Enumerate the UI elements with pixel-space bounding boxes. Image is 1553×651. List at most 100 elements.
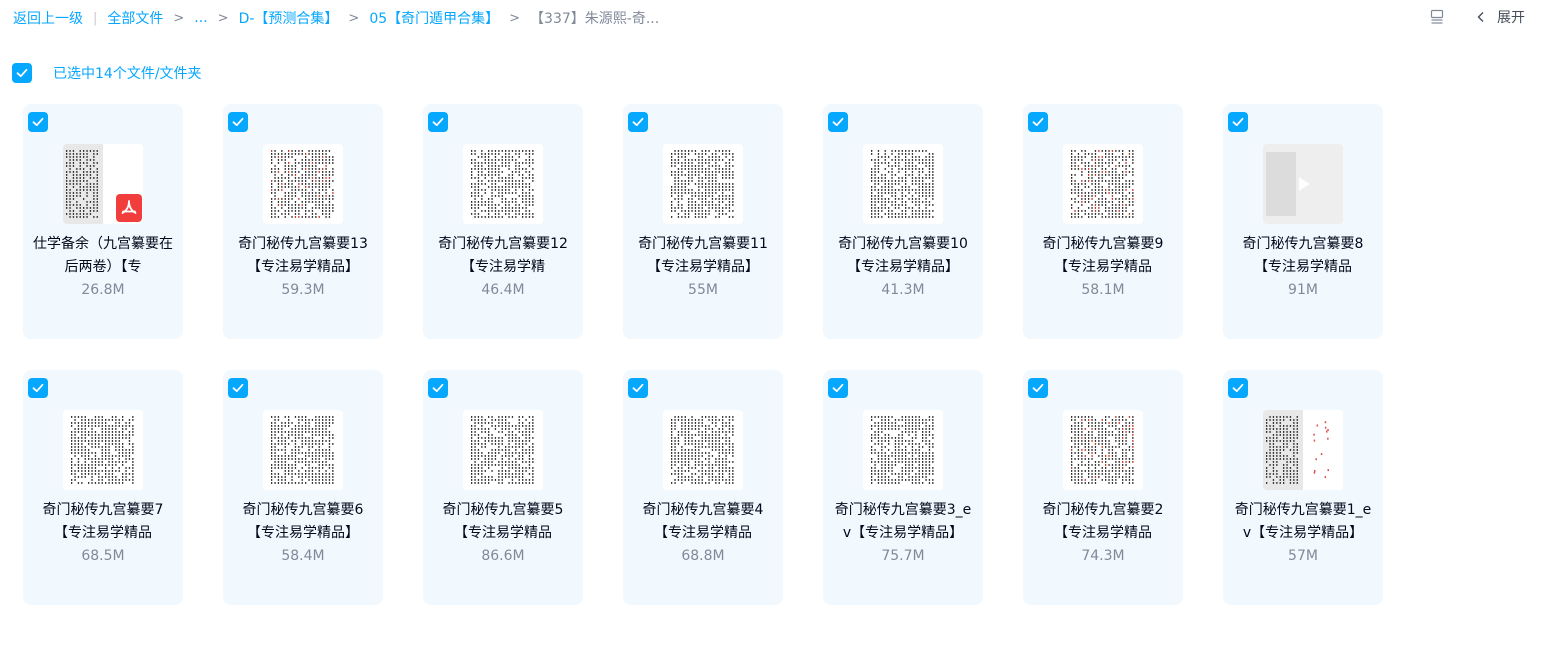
file-size: 59.3M — [281, 282, 325, 298]
file-size: 46.4M — [481, 282, 525, 298]
file-checkbox[interactable] — [428, 112, 448, 132]
checkmark-icon — [32, 383, 44, 393]
list-view-icon[interactable] — [1429, 9, 1445, 25]
file-card-8[interactable]: 奇门秘传九宫纂要7【专注易学精品 68.5M — [23, 370, 183, 605]
file-checkbox[interactable] — [228, 378, 248, 398]
file-size: 41.3M — [881, 282, 925, 298]
file-checkbox[interactable] — [1028, 112, 1048, 132]
top-bar: 返回上一级 | 全部文件 > ... > D-【预测合集】 > 05【奇门遁甲合… — [0, 0, 1553, 36]
file-card-14[interactable]: 奇门秘传九宫纂要1_ev【专注易学精品】 57M — [1223, 370, 1383, 605]
file-size: 26.8M — [81, 282, 125, 298]
chevron-right-icon: > — [173, 10, 185, 26]
file-checkbox[interactable] — [828, 112, 848, 132]
checkmark-icon — [632, 383, 644, 393]
file-size: 91M — [1288, 282, 1318, 298]
checkmark-icon — [1032, 383, 1044, 393]
pdf-icon — [116, 194, 142, 222]
document-thumbnail — [263, 144, 343, 224]
file-name: 奇门秘传九宫纂要9【专注易学精品 — [1042, 236, 1164, 275]
document-thumbnail — [63, 410, 143, 490]
file-name: 奇门秘传九宫纂要7【专注易学精品 — [42, 502, 164, 541]
file-card-7[interactable]: 奇门秘传九宫纂要8【专注易学精品 91M — [1223, 104, 1383, 339]
file-name: 奇门秘传九宫纂要3_ev【专注易学精品】 — [834, 502, 972, 541]
document-thumbnail — [663, 144, 743, 224]
file-name: 奇门秘传九宫纂要8【专注易学精品 — [1242, 236, 1364, 275]
breadcrumb-current: 【337】朱源熙-奇... — [530, 11, 660, 27]
view-controls: 展开 — [1429, 6, 1525, 28]
checkmark-icon — [32, 117, 44, 127]
selection-count: 已选中14个文件/文件夹 — [53, 66, 202, 82]
select-all-checkbox[interactable] — [12, 63, 32, 83]
file-checkbox[interactable] — [828, 378, 848, 398]
document-thumbnail — [663, 410, 743, 490]
file-card-11[interactable]: 奇门秘传九宫纂要4【专注易学精品 68.8M — [623, 370, 783, 605]
expand-button[interactable]: 展开 — [1497, 7, 1525, 27]
pdf-icon — [63, 144, 143, 224]
file-name: 奇门秘传九宫纂要10 【专注易学精品】 — [838, 236, 968, 275]
file-checkbox[interactable] — [28, 112, 48, 132]
play-icon — [1293, 174, 1313, 194]
document-thumbnail — [463, 144, 543, 224]
chevron-left-icon[interactable] — [1475, 11, 1487, 23]
document-thumbnail — [863, 410, 943, 490]
video-thumbnail — [1263, 144, 1343, 224]
file-name: 奇门秘传九宫纂要12 【专注易学精 — [438, 236, 568, 275]
document-thumbnail — [1063, 144, 1143, 224]
file-size: 74.3M — [1081, 548, 1125, 564]
file-card-5[interactable]: 奇门秘传九宫纂要10 【专注易学精品】 41.3M — [823, 104, 983, 339]
checkmark-icon — [432, 383, 444, 393]
checkmark-icon — [232, 117, 244, 127]
file-checkbox[interactable] — [628, 112, 648, 132]
file-card-1[interactable]: 仕学备余（九宫纂要在后两卷）【专 26.8M — [23, 104, 183, 339]
file-checkbox[interactable] — [428, 378, 448, 398]
back-link[interactable]: 返回上一级 — [13, 8, 83, 28]
file-checkbox[interactable] — [1228, 112, 1248, 132]
file-card-12[interactable]: 奇门秘传九宫纂要3_ev【专注易学精品】 75.7M — [823, 370, 983, 605]
breadcrumb-root-link[interactable]: 全部文件 — [107, 8, 163, 28]
file-checkbox[interactable] — [1228, 378, 1248, 398]
checkmark-icon — [432, 117, 444, 127]
file-name: 奇门秘传九宫纂要13 【专注易学精品】 — [238, 236, 368, 275]
breadcrumb-ellipsis-link[interactable]: ... — [194, 10, 207, 26]
document-thumbnail — [863, 144, 943, 224]
file-size: 86.6M — [481, 548, 525, 564]
document-thumbnail — [1263, 410, 1343, 490]
file-checkbox[interactable] — [1028, 378, 1048, 398]
file-name: 奇门秘传九宫纂要6【专注易学精品】 — [242, 502, 364, 541]
document-thumbnail — [263, 410, 343, 490]
file-name: 奇门秘传九宫纂要1_ev【专注易学精品】 — [1234, 502, 1372, 541]
file-checkbox[interactable] — [28, 378, 48, 398]
file-size: 57M — [1288, 548, 1318, 564]
chevron-right-icon: > — [509, 10, 521, 26]
checkmark-icon — [232, 383, 244, 393]
file-size: 58.4M — [281, 548, 325, 564]
file-card-3[interactable]: 奇门秘传九宫纂要12 【专注易学精 46.4M — [423, 104, 583, 339]
file-name: 仕学备余（九宫纂要在后两卷）【专 — [33, 236, 173, 275]
file-card-2[interactable]: 奇门秘传九宫纂要13 【专注易学精品】 59.3M — [223, 104, 383, 339]
file-card-4[interactable]: 奇门秘传九宫纂要11 【专注易学精品】 55M — [623, 104, 783, 339]
checkmark-icon — [16, 68, 28, 78]
file-size: 68.8M — [681, 548, 725, 564]
file-grid: 仕学备余（九宫纂要在后两卷）【专 26.8M 奇门秘传九宫纂要13 【专注易学精… — [23, 104, 1383, 605]
file-card-6[interactable]: 奇门秘传九宫纂要9【专注易学精品 58.1M — [1023, 104, 1183, 339]
breadcrumb-level1-link[interactable]: D-【预测合集】 — [239, 8, 339, 28]
document-thumbnail — [1063, 410, 1143, 490]
checkmark-icon — [1032, 117, 1044, 127]
file-checkbox[interactable] — [228, 112, 248, 132]
file-card-13[interactable]: 奇门秘传九宫纂要2【专注易学精品 74.3M — [1023, 370, 1183, 605]
checkmark-icon — [632, 117, 644, 127]
document-thumbnail — [463, 410, 543, 490]
chevron-right-icon: > — [217, 10, 229, 26]
file-checkbox[interactable] — [628, 378, 648, 398]
breadcrumb-level2-link[interactable]: 05【奇门遁甲合集】 — [369, 8, 499, 28]
file-name: 奇门秘传九宫纂要11 【专注易学精品】 — [638, 236, 768, 275]
breadcrumb: 返回上一级 | 全部文件 > ... > D-【预测合集】 > 05【奇门遁甲合… — [13, 7, 659, 29]
checkmark-icon — [1232, 383, 1244, 393]
file-name: 奇门秘传九宫纂要2【专注易学精品 — [1042, 502, 1164, 541]
file-size: 68.5M — [81, 548, 125, 564]
file-name: 奇门秘传九宫纂要4【专注易学精品 — [642, 502, 764, 541]
chevron-right-icon: > — [348, 10, 360, 26]
file-card-10[interactable]: 奇门秘传九宫纂要5【专注易学精品 86.6M — [423, 370, 583, 605]
file-card-9[interactable]: 奇门秘传九宫纂要6【专注易学精品】 58.4M — [223, 370, 383, 605]
file-size: 55M — [688, 282, 718, 298]
